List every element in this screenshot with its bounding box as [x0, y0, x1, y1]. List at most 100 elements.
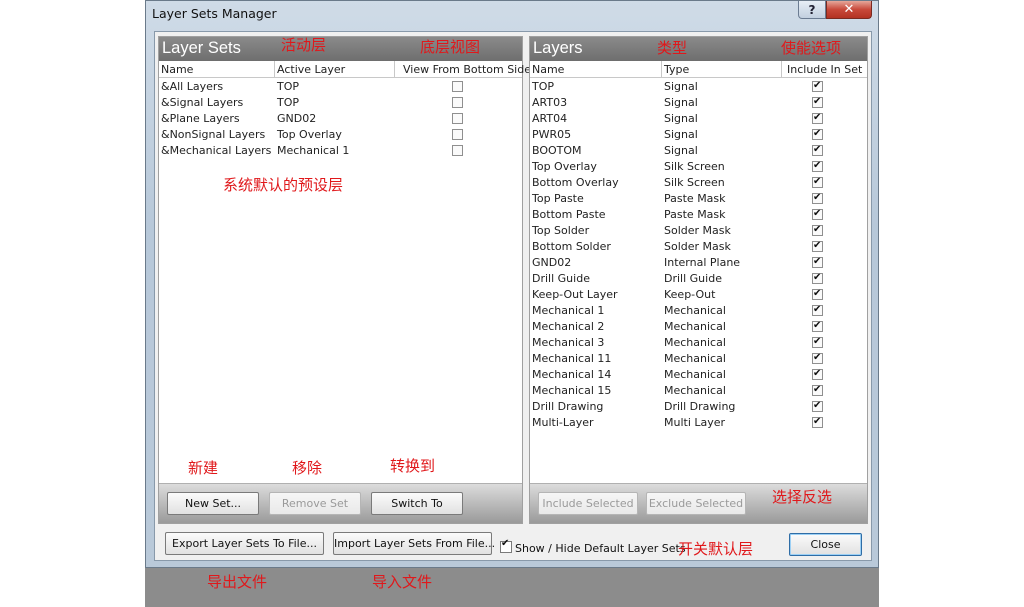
import-layer-sets-button[interactable]: Import Layer Sets From File... [333, 532, 495, 555]
layer-set-row[interactable]: &Plane Layers GND02 [159, 111, 522, 127]
dialog-client-area: Layer Sets Name Active Layer View From B… [154, 31, 872, 561]
layer-row[interactable]: Top Solder Solder Mask [530, 222, 867, 239]
switch-to-button[interactable]: Switch To [371, 492, 463, 515]
layer-type: Mechanical [664, 336, 726, 349]
include-in-set-checkbox[interactable] [812, 334, 823, 350]
annotation-toggle-default: 开关默认层 [678, 540, 754, 558]
annotation-switch: 转换到 [390, 457, 436, 475]
view-from-bottom-checkbox[interactable] [452, 145, 463, 156]
include-in-set-checkbox[interactable] [812, 414, 823, 430]
export-layer-sets-button[interactable]: Export Layer Sets To File... [165, 532, 324, 555]
layer-row[interactable]: TOP Signal [530, 78, 867, 95]
include-in-set-checkbox[interactable] [812, 302, 823, 318]
layer-set-row[interactable]: &All Layers TOP [159, 79, 522, 95]
layer-row[interactable]: Bottom Overlay Silk Screen [530, 174, 867, 191]
layer-row[interactable]: Bottom Solder Solder Mask [530, 238, 867, 255]
help-button[interactable]: ? [798, 1, 826, 19]
exclude-selected-button[interactable]: Exclude Selected [646, 492, 746, 515]
include-in-set-checkbox[interactable] [812, 366, 823, 382]
layer-row[interactable]: Multi-Layer Multi Layer [530, 414, 867, 431]
column-header-view-from-bottom[interactable]: View From Bottom Side [394, 61, 531, 78]
layer-name: Mechanical 2 [532, 320, 605, 333]
layer-row[interactable]: Bottom Paste Paste Mask [530, 206, 867, 223]
include-in-set-checkbox[interactable] [812, 190, 823, 206]
include-in-set-checkbox[interactable] [812, 158, 823, 174]
include-in-set-checkbox[interactable] [812, 78, 823, 94]
layer-type: Mechanical [664, 304, 726, 317]
layer-type: Signal [664, 144, 698, 157]
layer-row[interactable]: ART04 Signal [530, 110, 867, 127]
column-header-name[interactable]: Name [159, 61, 274, 78]
layer-row[interactable]: GND02 Internal Plane [530, 254, 867, 271]
annotation-active-layer: 活动层 [281, 36, 327, 54]
layer-sets-title: Layer Sets [162, 39, 241, 57]
layer-sets-button-bar: New Set... Remove Set Switch To [159, 483, 522, 523]
remove-set-button[interactable]: Remove Set [269, 492, 361, 515]
layer-row[interactable]: Mechanical 2 Mechanical [530, 318, 867, 335]
show-hide-default-checkbox[interactable] [500, 538, 512, 553]
include-in-set-checkbox[interactable] [812, 222, 823, 238]
layer-row[interactable]: Top Overlay Silk Screen [530, 158, 867, 175]
close-button[interactable]: Close [789, 533, 862, 556]
layer-row[interactable]: Mechanical 1 Mechanical [530, 302, 867, 319]
include-selected-button[interactable]: Include Selected [538, 492, 638, 515]
layer-row[interactable]: Drill Drawing Drill Drawing [530, 398, 867, 415]
title-bar[interactable]: Layer Sets Manager ? ✕ [146, 1, 878, 27]
include-in-set-checkbox[interactable] [812, 142, 823, 158]
layer-set-active-layer[interactable]: TOP [275, 79, 393, 95]
layer-row[interactable]: Keep-Out Layer Keep-Out [530, 286, 867, 303]
annotation-invert-select: 选择反选 [772, 488, 833, 506]
include-in-set-checkbox[interactable] [812, 382, 823, 398]
include-in-set-checkbox[interactable] [812, 254, 823, 270]
view-from-bottom-checkbox[interactable] [452, 81, 463, 92]
layer-type: Drill Guide [664, 272, 722, 285]
view-from-bottom-checkbox[interactable] [452, 97, 463, 108]
layer-set-name: &NonSignal Layers [161, 128, 266, 141]
include-in-set-checkbox[interactable] [812, 270, 823, 286]
layer-set-active-layer[interactable]: GND02 [275, 111, 393, 127]
layer-row[interactable]: Drill Guide Drill Guide [530, 270, 867, 287]
include-in-set-checkbox[interactable] [812, 350, 823, 366]
layer-row[interactable]: Mechanical 3 Mechanical [530, 334, 867, 351]
layer-row[interactable]: ART03 Signal [530, 94, 867, 111]
close-window-button[interactable]: ✕ [826, 1, 872, 19]
include-in-set-checkbox[interactable] [812, 110, 823, 126]
annotation-bottom-view: 底层视图 [420, 38, 481, 56]
layer-set-row[interactable]: &Signal Layers TOP [159, 95, 522, 111]
layer-row[interactable]: Mechanical 11 Mechanical [530, 350, 867, 367]
show-hide-default-label[interactable]: Show / Hide Default Layer Sets [515, 542, 686, 555]
layer-name: Top Paste [532, 192, 584, 205]
include-in-set-checkbox[interactable] [812, 318, 823, 334]
layer-name: Top Solder [532, 224, 590, 237]
layers-panel: Layers Name Type Include In Set TOP Signa… [529, 36, 868, 524]
layer-row[interactable]: PWR05 Signal [530, 126, 867, 143]
column-header-include-in-set[interactable]: Include In Set [781, 61, 867, 78]
include-in-set-checkbox[interactable] [812, 206, 823, 222]
layer-set-active-layer[interactable]: TOP [275, 95, 393, 111]
layer-type: Keep-Out [664, 288, 716, 301]
layer-name: Mechanical 14 [532, 368, 612, 381]
layer-set-active-layer[interactable]: Mechanical 1 [275, 143, 393, 159]
layer-row[interactable]: Mechanical 14 Mechanical [530, 366, 867, 383]
layer-set-row[interactable]: &NonSignal Layers Top Overlay [159, 127, 522, 143]
new-set-button[interactable]: New Set... [167, 492, 259, 515]
include-in-set-checkbox[interactable] [812, 286, 823, 302]
view-from-bottom-checkbox[interactable] [452, 113, 463, 124]
column-header-active-layer[interactable]: Active Layer [274, 61, 394, 78]
column-header-type[interactable]: Type [661, 61, 781, 78]
view-from-bottom-checkbox[interactable] [452, 129, 463, 140]
layer-set-row[interactable]: &Mechanical Layers Mechanical 1 [159, 143, 522, 159]
layer-row[interactable]: Mechanical 15 Mechanical [530, 382, 867, 399]
include-in-set-checkbox[interactable] [812, 126, 823, 142]
layer-row[interactable]: BOOTOM Signal [530, 142, 867, 159]
include-in-set-checkbox[interactable] [812, 238, 823, 254]
layer-row[interactable]: Top Paste Paste Mask [530, 190, 867, 207]
include-in-set-checkbox[interactable] [812, 174, 823, 190]
layer-set-name: &All Layers [161, 80, 224, 93]
layer-type: Silk Screen [664, 176, 725, 189]
include-in-set-checkbox[interactable] [812, 94, 823, 110]
column-header-layer-name[interactable]: Name [530, 61, 661, 78]
include-in-set-checkbox[interactable] [812, 398, 823, 414]
layer-type: Mechanical [664, 384, 726, 397]
layer-set-active-layer[interactable]: Top Overlay [275, 127, 393, 143]
